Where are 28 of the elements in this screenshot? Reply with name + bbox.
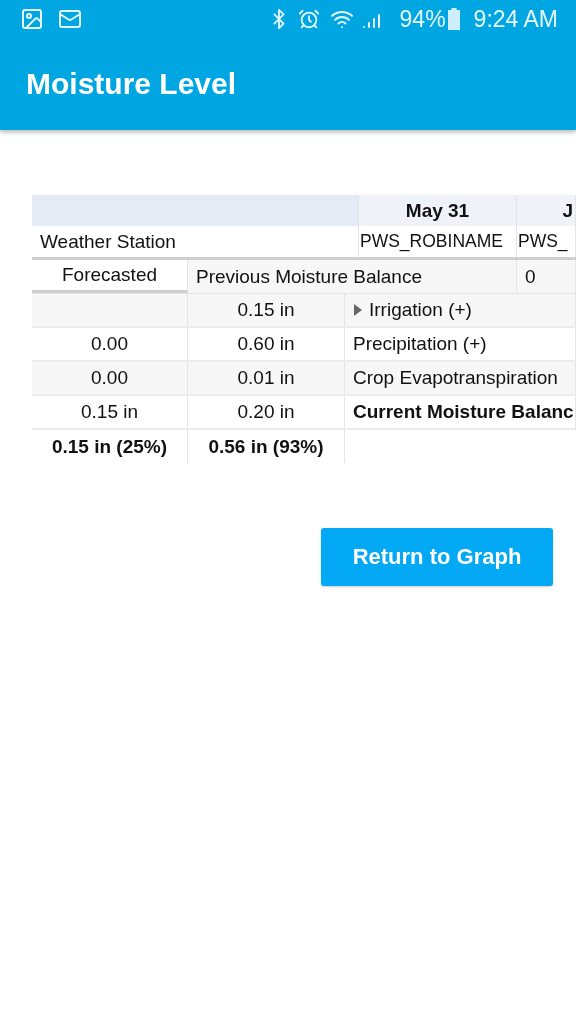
table-cell: 0.20 in xyxy=(188,396,345,428)
table-cell: 0.01 in xyxy=(188,362,345,394)
table-cell: PWS_ xyxy=(517,226,576,257)
table-cell: Current Moisture Balanc xyxy=(345,396,576,428)
table-cell: 0.15 in xyxy=(32,396,188,428)
column-header: J xyxy=(517,195,576,226)
table-cell: Forecasted xyxy=(32,260,188,293)
table-cell: 0.15 in (25%) xyxy=(32,430,188,463)
alarm-icon xyxy=(297,8,320,30)
table-cell: Previous Moisture Balance xyxy=(188,260,517,293)
clock: 9:24 AM xyxy=(473,5,558,33)
table-cell: 0.60 in xyxy=(188,328,345,360)
table-cell: PWS_ROBINAME xyxy=(359,226,517,257)
battery-icon xyxy=(447,8,460,30)
table-cell: 0.00 xyxy=(32,362,188,394)
table-cell: Irrigation (+) xyxy=(345,294,576,326)
column-header: May 31 xyxy=(359,195,517,226)
table-cell: 0.00 xyxy=(32,328,188,360)
table-cell: Weather Station xyxy=(32,226,359,257)
battery-percentage: 94% xyxy=(399,5,446,33)
screen-title: Moisture Level xyxy=(25,66,238,102)
table-cell: 0 xyxy=(517,260,576,293)
caret-right-icon[interactable] xyxy=(353,303,363,317)
gallery-icon xyxy=(20,7,44,31)
table-cell: Precipitation (+) xyxy=(345,328,576,360)
return-to-graph-button[interactable]: Return to Graph xyxy=(321,528,553,586)
table-cell: Crop Evapotranspiration xyxy=(345,362,576,394)
mail-icon xyxy=(58,7,82,31)
